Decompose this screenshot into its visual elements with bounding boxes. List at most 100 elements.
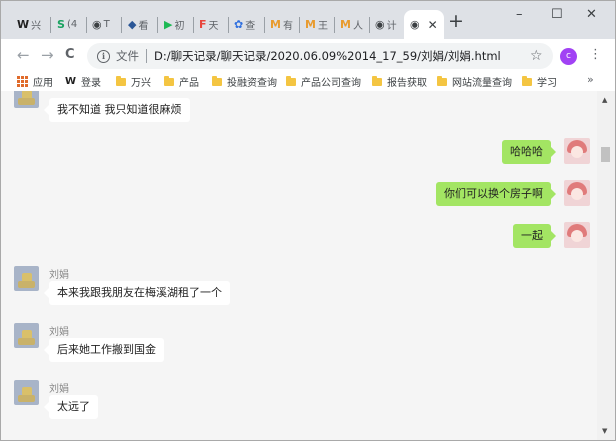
profile-avatar[interactable]: c — [560, 48, 577, 65]
vertical-scrollbar[interactable]: ▲ ▼ — [597, 91, 615, 440]
tab-title: 查 — [245, 21, 256, 32]
tab-favicon-icon: ◉ — [375, 18, 385, 31]
tab-1[interactable]: W兴 — [17, 10, 41, 39]
tab-active[interactable]: ◉ ✕ — [404, 10, 444, 39]
bookmark-login[interactable]: W 登录 — [65, 74, 101, 89]
bookmark-label: 报告获取 — [387, 78, 427, 89]
tab-10[interactable]: M人 — [340, 10, 363, 39]
folder-icon — [286, 75, 296, 86]
avatar — [564, 138, 590, 164]
bookmark-label: 投融资查询 — [227, 78, 277, 89]
tab-favicon-icon: S — [57, 18, 65, 31]
tab-favicon-icon: M — [340, 18, 351, 31]
address-bar[interactable]: i 文件 D:/聊天记录/聊天记录/2020.06.09%2014_17_59/… — [87, 43, 553, 69]
tab-3[interactable]: ◉ T — [92, 10, 110, 39]
bookmark-label: 产品公司查询 — [301, 78, 361, 89]
avatar — [14, 266, 39, 291]
url-divider — [146, 49, 147, 63]
tab-4[interactable]: ◆ 看 — [128, 10, 148, 39]
folder-icon — [522, 75, 532, 86]
info-icon[interactable]: i — [97, 49, 110, 63]
tab-divider — [157, 17, 158, 33]
sender-name: 刘娟 — [49, 327, 69, 338]
tab-divider — [334, 17, 335, 33]
tab-2[interactable]: S (4 — [57, 10, 77, 39]
tab-5[interactable]: ▶ 初 — [164, 10, 184, 39]
tab-favicon-icon: M — [270, 18, 281, 31]
bookmark-label: 万兴 — [131, 78, 151, 89]
avatar — [564, 180, 590, 206]
bookmark-star-icon[interactable]: ☆ — [530, 49, 543, 63]
tab-6[interactable]: F天 — [199, 10, 219, 39]
menu-icon[interactable]: ⋮ — [589, 48, 602, 62]
avatar — [14, 380, 39, 405]
bookmark-label: 登录 — [81, 78, 102, 89]
message-bubble-left: 后来她工作搬到国金 — [44, 338, 164, 362]
maximize-icon[interactable]: ☐ — [551, 7, 563, 22]
bookmark-folder[interactable]: 网站流量查询 — [437, 74, 512, 89]
folder-icon — [164, 75, 174, 86]
bookmark-label: 应用 — [33, 78, 53, 89]
tab-divider — [228, 17, 229, 33]
bookmark-folder[interactable]: 学习 — [522, 74, 557, 89]
tab-divider — [299, 17, 300, 33]
sender-name: 刘娟 — [49, 384, 69, 395]
folder-icon — [116, 75, 126, 86]
avatar — [14, 323, 39, 348]
tab-favicon-icon: ✿ — [234, 18, 244, 31]
tab-favicon-icon: W — [17, 18, 30, 31]
bookmark-folder[interactable]: 投融资查询 — [212, 74, 277, 89]
apps-grid-icon — [17, 76, 28, 87]
tab-title: 王 — [317, 21, 328, 32]
folder-icon — [372, 75, 382, 86]
tab-divider — [369, 17, 370, 33]
file-label: 文件 — [116, 49, 139, 63]
tab-title: 人 — [352, 21, 363, 32]
bookmark-folder[interactable]: 万兴 — [116, 74, 151, 89]
tab-divider — [50, 17, 51, 33]
bookmark-folder[interactable]: 产品 — [164, 74, 199, 89]
tab-8[interactable]: M有 — [270, 10, 293, 39]
tab-divider — [121, 17, 122, 33]
tab-title: 天 — [208, 21, 219, 32]
message-bubble-right: 你们可以换个房子啊 — [436, 182, 556, 206]
chat-log: 我不知道 我只知道很麻烦 哈哈哈 你们可以换个房子啊 一起 刘娟 本来我跟我朋友… — [1, 91, 597, 440]
tab-9[interactable]: M王 — [305, 10, 328, 39]
bookmark-apps[interactable]: 应用 — [17, 74, 53, 89]
message-bubble-right: 哈哈哈 — [502, 140, 556, 164]
tab-title: 看 — [138, 21, 149, 32]
url-text[interactable]: D:/聊天记录/聊天记录/2020.06.09%2014_17_59/刘娟/刘娟… — [154, 48, 501, 64]
new-tab-button[interactable]: + — [448, 12, 464, 31]
close-icon[interactable]: ✕ — [586, 7, 597, 22]
tab-favicon-icon: ◉ — [92, 18, 102, 31]
tab-title: (4 — [66, 19, 78, 30]
bookmarks-more-icon[interactable]: » — [587, 73, 594, 86]
folder-icon — [212, 75, 222, 86]
back-icon[interactable]: ← — [17, 47, 30, 63]
tab-close-icon[interactable]: ✕ — [428, 18, 438, 32]
tab-title: 计 — [386, 21, 397, 32]
tab-title: T — [103, 19, 110, 30]
scroll-up-icon[interactable]: ▲ — [602, 96, 607, 104]
tab-favicon-icon: F — [199, 18, 207, 31]
scrollbar-thumb[interactable] — [601, 147, 610, 162]
bookmark-folder[interactable]: 产品公司查询 — [286, 74, 361, 89]
forward-icon[interactable]: → — [41, 47, 54, 63]
bookmark-label: 网站流量查询 — [452, 78, 512, 89]
message-bubble-left: 太远了 — [44, 395, 98, 419]
tab-divider — [264, 17, 265, 33]
bookmark-folder[interactable]: 报告获取 — [372, 74, 427, 89]
bookmark-label: 产品 — [179, 78, 199, 89]
tab-title: 有 — [282, 21, 293, 32]
sender-name: 刘娟 — [49, 270, 69, 281]
browser-window: W兴 S (4 ◉ T ◆ 看 ▶ 初 F天 ✿ 查 M有 M王 M人 ◉ 计 ◉ ✕ + –… — [0, 0, 616, 441]
tab-favicon-icon: ◉ — [410, 18, 420, 31]
message-bubble-left: 本来我跟我朋友在梅溪湖租了一个 — [44, 281, 230, 305]
reload-icon[interactable]: C — [65, 47, 75, 63]
message-bubble-left: 我不知道 我只知道很麻烦 — [44, 98, 190, 122]
folder-icon — [437, 75, 447, 86]
tab-7[interactable]: ✿ 查 — [234, 10, 255, 39]
scroll-down-icon[interactable]: ▼ — [602, 427, 607, 435]
minimize-icon[interactable]: – — [516, 7, 523, 22]
tab-11[interactable]: ◉ 计 — [375, 10, 397, 39]
